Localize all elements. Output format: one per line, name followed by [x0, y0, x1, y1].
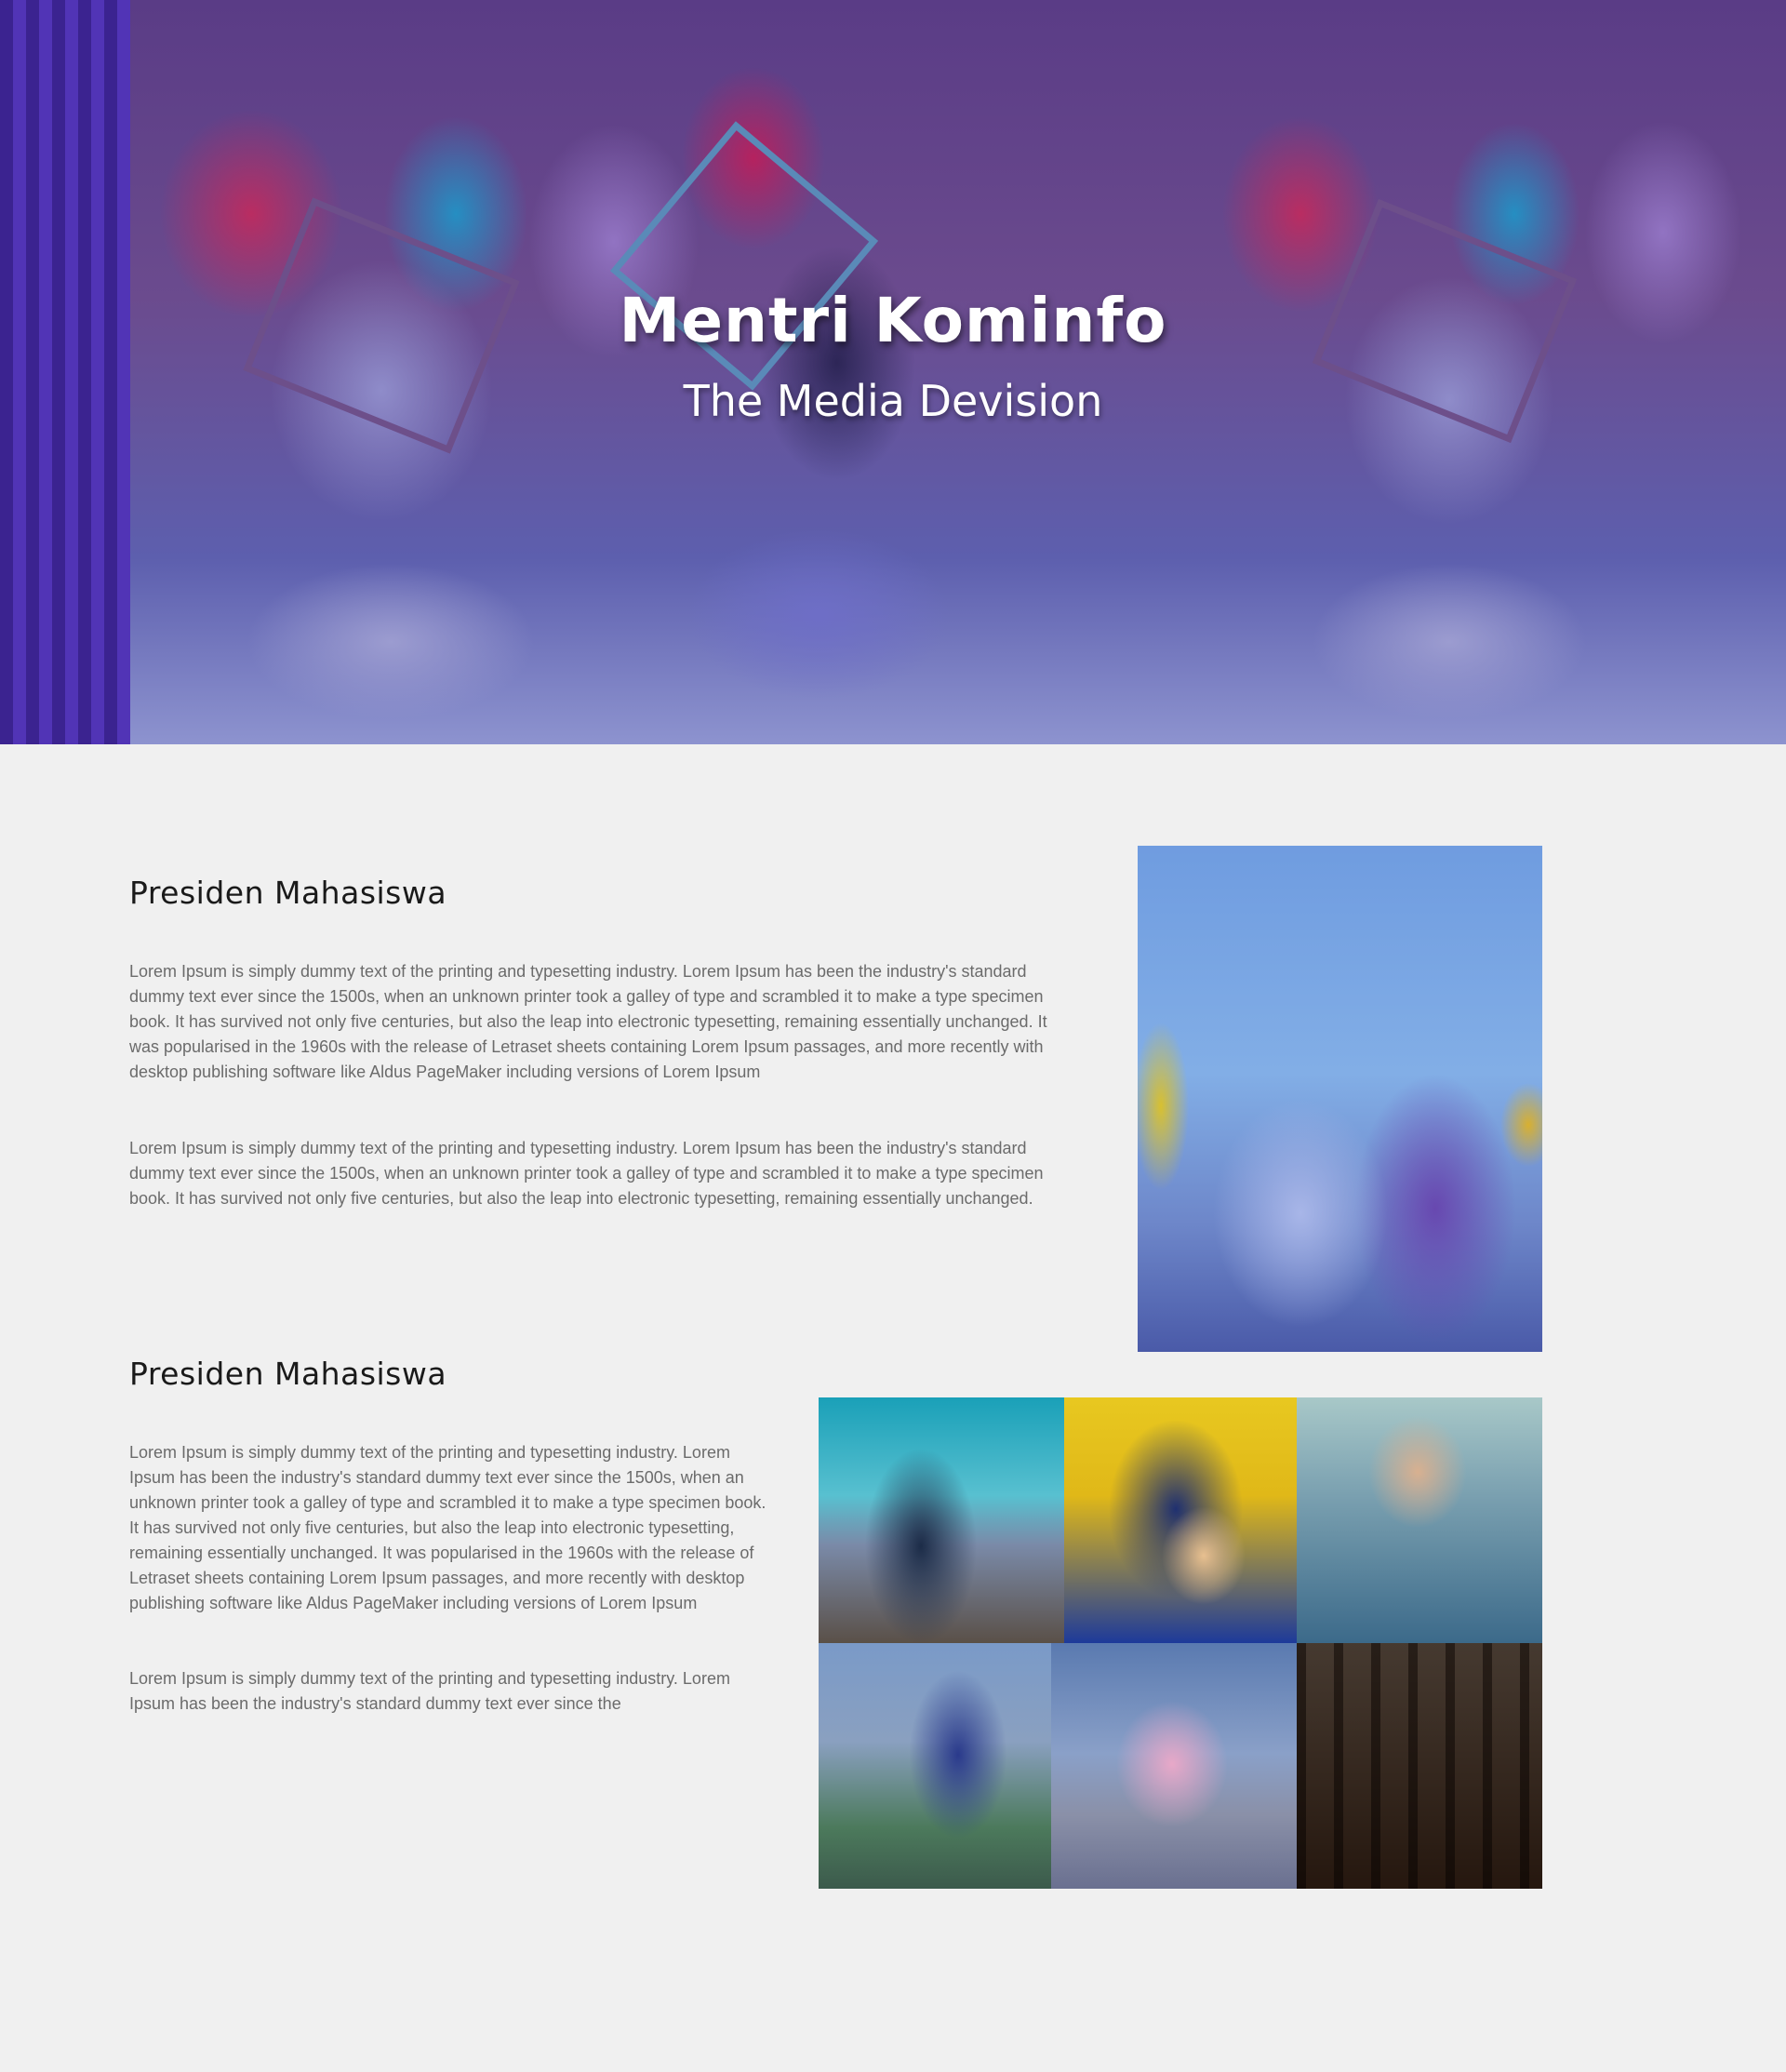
section1-paragraph-1: Lorem Ipsum is simply dummy text of the …	[129, 962, 1047, 1081]
section2-paragraph-1: Lorem Ipsum is simply dummy text of the …	[129, 1443, 766, 1612]
hero-title: Mentri Kominfo	[619, 285, 1167, 356]
gallery-photo[interactable]	[819, 1643, 1051, 1889]
gallery-photo[interactable]	[1297, 1643, 1542, 1889]
section1-photo	[1138, 846, 1542, 1352]
section2-paragraph-2: Lorem Ipsum is simply dummy text of the …	[129, 1669, 730, 1713]
section2-heading: Presiden Mahasiswa	[129, 1356, 447, 1392]
hero-banner: Mentri Kominfo The Media Devision	[0, 0, 1786, 744]
gallery-photo[interactable]	[819, 1397, 1064, 1643]
hero-group-photo	[0, 0, 1142, 744]
gallery-photo[interactable]	[1064, 1397, 1297, 1643]
hero-subtitle: The Media Devision	[683, 376, 1103, 426]
photo-gallery	[819, 1397, 1542, 1889]
section1-paragraph-2: Lorem Ipsum is simply dummy text of the …	[129, 1139, 1044, 1208]
hero-group-photo-repeat	[1142, 0, 1786, 744]
section1-heading: Presiden Mahasiswa	[129, 875, 447, 911]
gallery-photo[interactable]	[1297, 1397, 1542, 1643]
curtain-decoration	[0, 0, 130, 744]
gallery-photo[interactable]	[1051, 1643, 1297, 1889]
